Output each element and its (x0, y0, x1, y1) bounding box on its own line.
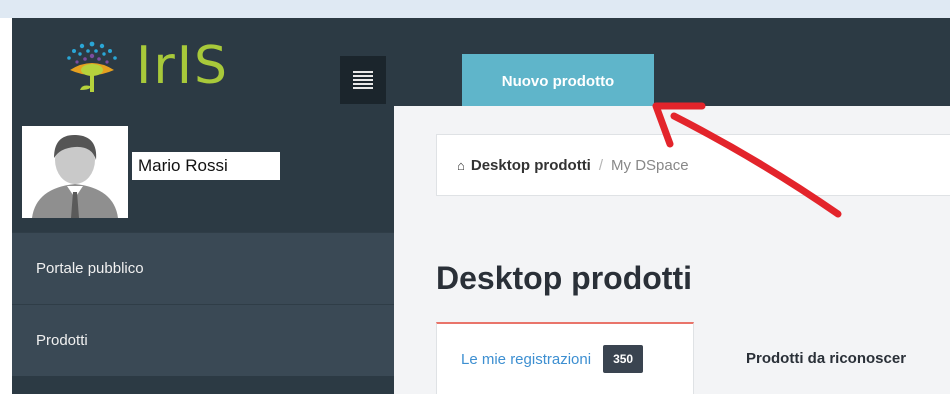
iris-logo[interactable]: IrIS (52, 36, 252, 96)
menu-toggle-button[interactable] (340, 56, 386, 104)
user-panel: Mario Rossi (12, 106, 394, 232)
home-icon: ⌂ (457, 157, 465, 173)
main-content: ⌂ Desktop prodotti / My DSpace Desktop p… (394, 106, 950, 394)
count-badge: 350 (603, 345, 644, 373)
page-title: Desktop prodotti (436, 260, 692, 296)
logo-text: IrIS (136, 36, 230, 96)
user-name: Mario Rossi (132, 152, 280, 180)
tab-label: Le mie registrazioni (461, 350, 592, 368)
breadcrumb: ⌂ Desktop prodotti / My DSpace (436, 134, 950, 196)
left-gap (0, 18, 12, 394)
tabs: Le mie registrazioni 350 Prodotti da ric… (436, 322, 950, 394)
breadcrumb-my-dspace: My DSpace (611, 156, 689, 174)
tab-prodotti-da-riconoscere[interactable]: Prodotti da riconoscer (702, 322, 906, 394)
breadcrumb-desktop-prodotti[interactable]: Desktop prodotti (471, 157, 591, 174)
top-navbar: IrIS Nuovo prodotto (12, 18, 950, 108)
tab-le-mie-registrazioni[interactable]: Le mie registrazioni 350 (436, 322, 694, 394)
new-product-button[interactable]: Nuovo prodotto (462, 54, 654, 108)
hamburger-icon (353, 71, 373, 89)
browser-top-strip (0, 0, 950, 18)
sidebar-item-portale-pubblico[interactable]: Portale pubblico (12, 232, 394, 304)
iris-flower-icon (67, 41, 117, 92)
avatar[interactable] (22, 126, 128, 218)
sidebar: Mario Rossi Portale pubblico Prodotti (12, 106, 394, 394)
breadcrumb-separator: / (598, 156, 604, 174)
user-avatar-icon (22, 126, 128, 218)
sidebar-item-prodotti[interactable]: Prodotti (12, 304, 394, 376)
